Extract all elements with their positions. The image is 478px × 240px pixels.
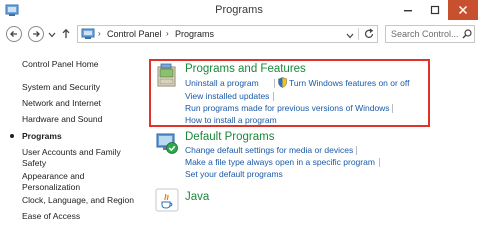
up-arrow-icon [62, 28, 70, 38]
forward-button[interactable] [28, 26, 44, 42]
chevron-down-icon [48, 32, 56, 38]
up-button[interactable] [61, 28, 71, 41]
breadcrumb-separator[interactable]: › [98, 29, 101, 38]
default-programs-icon[interactable] [155, 131, 179, 157]
sidebar-item-clock-language-region[interactable]: Clock, Language, and Region [22, 195, 147, 206]
sidebar-item-system-and-security[interactable]: System and Security [22, 82, 147, 93]
navigation-bar: › Control Panel › Programs Search Contro… [0, 22, 478, 46]
back-arrow-icon [10, 31, 17, 37]
back-button[interactable] [6, 26, 22, 42]
java-icon[interactable] [155, 188, 179, 214]
forward-arrow-icon [33, 31, 40, 37]
close-button[interactable] [448, 0, 478, 20]
sidebar-item-user-accounts[interactable]: User Accounts and Family Safety [22, 147, 128, 169]
control-panel-icon [81, 28, 95, 40]
chevron-down-icon [346, 33, 354, 39]
refresh-button[interactable] [363, 28, 375, 42]
sidebar-item-control-panel-home[interactable]: Control Panel Home [22, 59, 147, 70]
link-change-default-settings[interactable]: Change default settings for media or dev… [185, 145, 353, 155]
link-set-default-programs[interactable]: Set your default programs [185, 169, 283, 179]
divider [358, 28, 359, 40]
divider [356, 146, 357, 155]
current-page-indicator [10, 134, 14, 138]
breadcrumb-control-panel[interactable]: Control Panel [107, 29, 162, 39]
search-icon[interactable] [462, 29, 472, 41]
search-box[interactable]: Search Control... [385, 25, 475, 43]
sidebar: Control Panel Home System and Security N… [0, 46, 150, 230]
highlight-box [149, 59, 430, 127]
sidebar-item-appearance-and-personalization[interactable]: Appearance and Personalization [22, 171, 102, 193]
title-bar: Programs [0, 0, 478, 22]
recent-locations-button[interactable] [48, 30, 56, 40]
divider [379, 158, 380, 167]
address-history-button[interactable] [346, 31, 354, 41]
maximize-button[interactable] [422, 0, 448, 20]
category-title[interactable]: Default Programs [185, 131, 274, 143]
search-input[interactable]: Search Control... [391, 29, 459, 39]
sidebar-item-programs: Programs [22, 131, 62, 141]
category-title[interactable]: Java [185, 191, 209, 203]
sidebar-item-network-and-internet[interactable]: Network and Internet [22, 98, 147, 109]
address-bar[interactable]: › Control Panel › Programs [77, 25, 378, 43]
link-file-type-association[interactable]: Make a file type always open in a specif… [185, 157, 375, 167]
sidebar-item-hardware-and-sound[interactable]: Hardware and Sound [22, 114, 147, 125]
refresh-icon [364, 28, 374, 38]
minimize-button[interactable] [395, 0, 421, 20]
breadcrumb-programs[interactable]: Programs [175, 29, 214, 39]
breadcrumb-separator[interactable]: › [166, 29, 169, 38]
sidebar-item-ease-of-access[interactable]: Ease of Access [22, 211, 147, 222]
close-icon [458, 5, 468, 15]
